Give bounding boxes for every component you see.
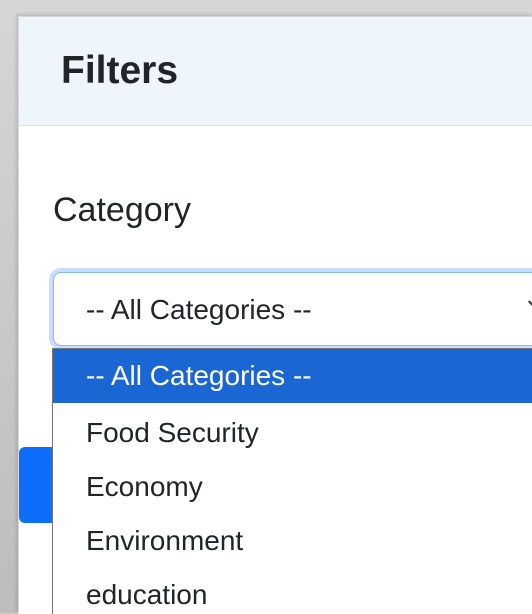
option-all-categories[interactable]: -- All Categories -- (53, 349, 532, 403)
chevron-down-icon (528, 300, 532, 306)
category-dropdown-list: -- All Categories -- Food Security Econo… (52, 348, 532, 614)
option-education[interactable]: education (53, 568, 532, 614)
category-select[interactable]: -- All Categories -- (53, 272, 532, 346)
panel-title: Filters (61, 49, 179, 92)
option-food-security[interactable]: Food Security (53, 406, 532, 460)
window-frame: Filters Category -- All Categories -- --… (0, 0, 532, 614)
panel-header: Filters (19, 17, 532, 126)
category-label: Category (53, 191, 191, 229)
category-select-value: -- All Categories -- (86, 294, 312, 325)
option-environment[interactable]: Environment (53, 514, 532, 568)
option-economy[interactable]: Economy (53, 460, 532, 514)
